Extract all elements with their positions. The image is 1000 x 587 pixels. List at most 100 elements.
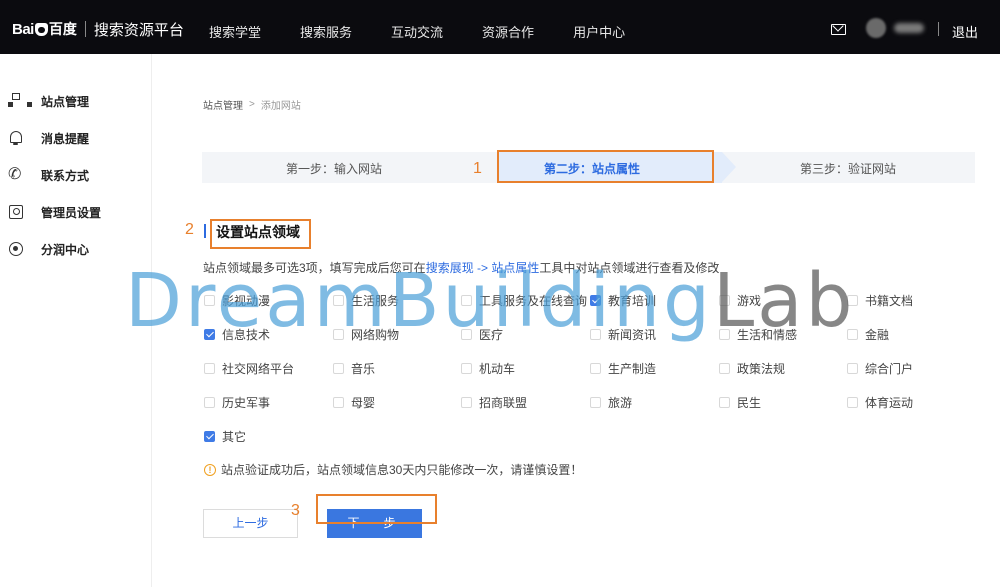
checkbox-unchecked-icon[interactable] bbox=[590, 362, 601, 374]
domain-checkbox[interactable]: 体育运动 bbox=[847, 394, 913, 410]
checkbox-unchecked-icon[interactable] bbox=[333, 328, 344, 340]
sidebar-item-label: 联系方式 bbox=[41, 168, 90, 183]
breadcrumb-root[interactable]: 站点管理 bbox=[203, 97, 243, 112]
domain-checkbox[interactable]: 历史军事 bbox=[204, 394, 270, 410]
checkbox-checked-icon[interactable] bbox=[204, 430, 215, 442]
domain-checkbox[interactable]: 机动车 bbox=[461, 360, 515, 376]
domain-checkbox[interactable]: 生活服务 bbox=[333, 292, 399, 308]
domain-checkbox-label: 教育培训 bbox=[608, 293, 657, 308]
annotation-box-title bbox=[210, 219, 311, 249]
domain-checkbox[interactable]: 招商联盟 bbox=[461, 394, 527, 410]
annotation-number-1: 1 bbox=[473, 160, 482, 177]
platform-name: 搜索资源平台 bbox=[93, 21, 184, 39]
domain-checkbox[interactable]: 社交网络平台 bbox=[204, 360, 294, 376]
nav-user-center[interactable]: 用户中心 bbox=[573, 22, 625, 41]
checkbox-unchecked-icon[interactable] bbox=[847, 396, 858, 408]
domain-checkbox-label: 历史军事 bbox=[222, 395, 271, 410]
checkbox-unchecked-icon[interactable] bbox=[333, 362, 344, 374]
checkbox-unchecked-icon[interactable] bbox=[590, 396, 601, 408]
domain-checkbox[interactable]: 其它 bbox=[204, 428, 246, 444]
checkbox-checked-icon[interactable] bbox=[204, 328, 215, 340]
domain-checkbox[interactable]: 生活和情感 bbox=[719, 326, 797, 342]
sidebar-item-site-management[interactable]: 站点管理 bbox=[8, 91, 89, 111]
domain-checkbox[interactable]: 教育培训 bbox=[590, 292, 656, 308]
logo-divider bbox=[84, 21, 86, 37]
checkbox-unchecked-icon[interactable] bbox=[719, 294, 730, 306]
baidu-logo[interactable]: Bai 百度 搜索资源平台 bbox=[12, 18, 184, 40]
sidebar-item-contact[interactable]: 联系方式 bbox=[8, 164, 90, 185]
sidebar-item-profit-center[interactable]: 分润中心 bbox=[8, 239, 89, 259]
domain-checkbox[interactable]: 工具服务及在线查询 bbox=[461, 292, 587, 308]
domain-checkbox[interactable]: 网络购物 bbox=[333, 326, 399, 342]
mail-icon[interactable] bbox=[831, 24, 846, 35]
nav-interaction[interactable]: 互动交流 bbox=[391, 22, 443, 41]
header-divider bbox=[938, 22, 939, 36]
domain-checkbox-label: 招商联盟 bbox=[479, 395, 528, 410]
domain-checkbox-label: 医疗 bbox=[479, 327, 504, 342]
domain-checkbox-label: 体育运动 bbox=[865, 395, 914, 410]
domain-checkbox-label: 信息技术 bbox=[222, 327, 271, 342]
domain-checkbox[interactable]: 游戏 bbox=[719, 292, 761, 308]
step-3-label: 第三步：验证网站 bbox=[800, 162, 897, 176]
domain-checkbox[interactable]: 综合门户 bbox=[847, 360, 913, 376]
checkbox-unchecked-icon[interactable] bbox=[461, 362, 472, 374]
logout-link[interactable]: 退出 bbox=[952, 22, 978, 41]
domain-checkbox[interactable]: 旅游 bbox=[590, 394, 632, 410]
checkbox-unchecked-icon[interactable] bbox=[333, 396, 344, 408]
section-description: 站点领域最多可选3项，填写完成后您可在搜索展现 -> 站点属性工具中对站点领域进… bbox=[203, 259, 719, 276]
domain-checkbox[interactable]: 金融 bbox=[847, 326, 889, 342]
domain-checkbox-label: 音乐 bbox=[351, 361, 376, 376]
info-icon: ! bbox=[204, 463, 216, 476]
checkbox-unchecked-icon[interactable] bbox=[461, 396, 472, 408]
desc-link[interactable]: 搜索展现 -> 站点属性 bbox=[426, 261, 540, 275]
logo-cn-text: 百度 bbox=[48, 21, 77, 37]
checkbox-unchecked-icon[interactable] bbox=[847, 294, 858, 306]
domain-checkbox[interactable]: 政策法规 bbox=[719, 360, 785, 376]
desc-text-pre: 站点领域最多可选3项，填写完成后您可在 bbox=[203, 261, 426, 275]
checkbox-unchecked-icon[interactable] bbox=[333, 294, 344, 306]
warning-tip: ! 站点验证成功后，站点领域信息30天内只能修改一次，请谨慎设置！ bbox=[204, 461, 582, 478]
domain-checkbox-label: 母婴 bbox=[351, 395, 376, 410]
domain-checkbox[interactable]: 信息技术 bbox=[204, 326, 270, 342]
domain-checkbox[interactable]: 音乐 bbox=[333, 360, 375, 376]
breadcrumb-current: 添加网站 bbox=[260, 101, 301, 112]
nav-resource-cooperation[interactable]: 资源合作 bbox=[482, 22, 534, 41]
domain-checkbox-label: 旅游 bbox=[608, 395, 633, 410]
checkbox-unchecked-icon[interactable] bbox=[204, 396, 215, 408]
prev-step-button[interactable]: 上一步 bbox=[203, 509, 298, 538]
checkbox-unchecked-icon[interactable] bbox=[847, 328, 858, 340]
checkbox-unchecked-icon[interactable] bbox=[461, 294, 472, 306]
domain-checkbox-label: 书籍文档 bbox=[865, 293, 914, 308]
bell-icon bbox=[8, 130, 24, 146]
nav-search-service[interactable]: 搜索服务 bbox=[300, 22, 352, 41]
paw-icon bbox=[34, 22, 48, 36]
sidebar-item-notifications[interactable]: 消息提醒 bbox=[8, 128, 89, 148]
sidebar-item-admin-settings[interactable]: 管理员设置 bbox=[8, 202, 101, 222]
domain-checkbox-label: 新闻资讯 bbox=[608, 327, 657, 342]
share-icon bbox=[8, 241, 24, 257]
domain-checkbox[interactable]: 影视动漫 bbox=[204, 292, 270, 308]
checkbox-unchecked-icon[interactable] bbox=[204, 294, 215, 306]
domain-checkbox[interactable]: 书籍文档 bbox=[847, 292, 913, 308]
domain-checkbox-label: 机动车 bbox=[479, 361, 516, 376]
domain-checkbox[interactable]: 医疗 bbox=[461, 326, 503, 342]
domain-checkbox-label: 网络购物 bbox=[351, 327, 400, 342]
domain-checkbox[interactable]: 民生 bbox=[719, 394, 761, 410]
checkbox-unchecked-icon[interactable] bbox=[461, 328, 472, 340]
domain-checkbox[interactable]: 生产制造 bbox=[590, 360, 656, 376]
username-blurred[interactable] bbox=[894, 23, 924, 33]
checkbox-unchecked-icon[interactable] bbox=[719, 396, 730, 408]
nav-search-academy[interactable]: 搜索学堂 bbox=[209, 22, 261, 41]
domain-checkbox[interactable]: 新闻资讯 bbox=[590, 326, 656, 342]
annotation-number-3: 3 bbox=[291, 502, 300, 519]
checkbox-checked-icon[interactable] bbox=[590, 294, 601, 306]
checkbox-unchecked-icon[interactable] bbox=[590, 328, 601, 340]
checkbox-unchecked-icon[interactable] bbox=[719, 328, 730, 340]
checkbox-unchecked-icon[interactable] bbox=[847, 362, 858, 374]
checkbox-unchecked-icon[interactable] bbox=[719, 362, 730, 374]
avatar[interactable] bbox=[866, 18, 886, 38]
domain-checkbox[interactable]: 母婴 bbox=[333, 394, 375, 410]
checkbox-unchecked-icon[interactable] bbox=[204, 362, 215, 374]
sidebar-item-label: 分润中心 bbox=[41, 242, 90, 257]
top-nav: 搜索学堂 搜索服务 互动交流 资源合作 用户中心 bbox=[209, 22, 664, 41]
